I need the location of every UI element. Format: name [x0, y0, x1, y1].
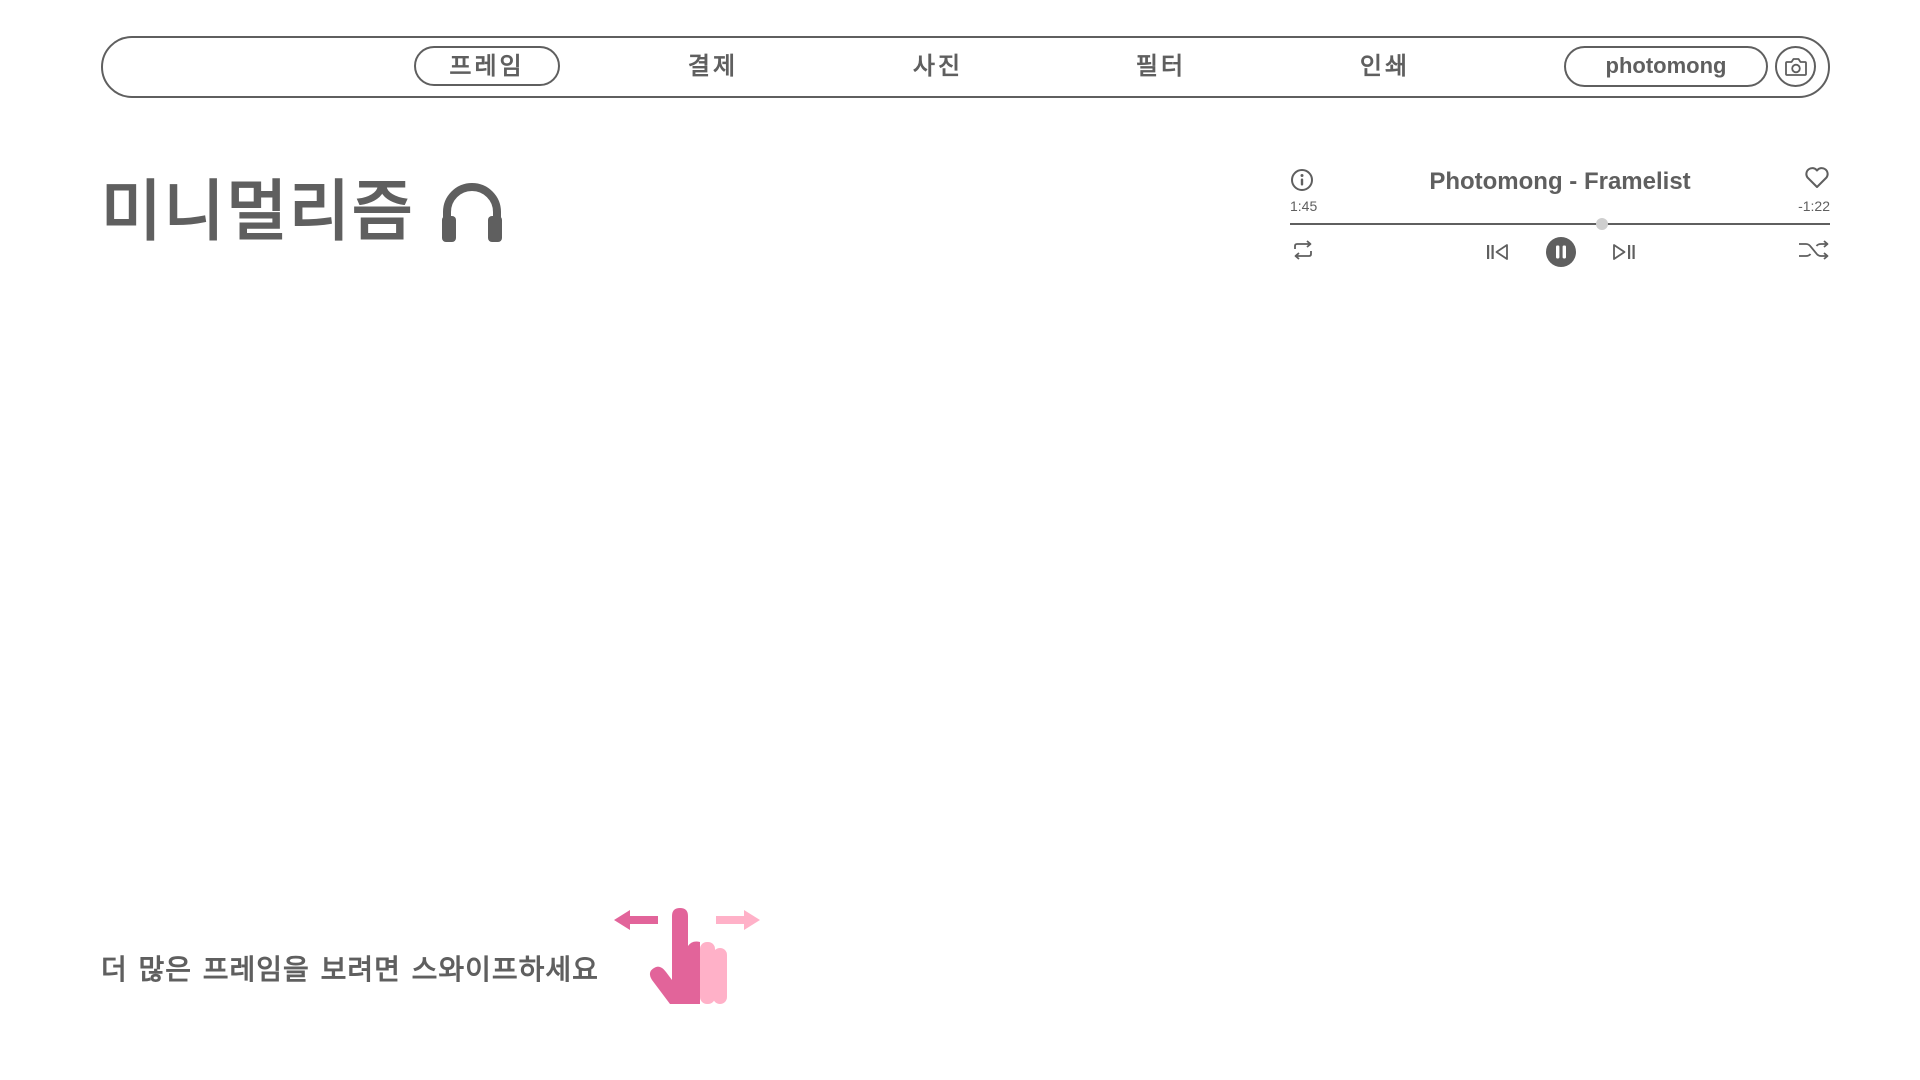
skip-next-icon — [1613, 244, 1635, 260]
progress-thumb[interactable] — [1595, 218, 1608, 230]
page-title: 미니멀리즘 — [101, 173, 415, 250]
shuffle-icon — [1799, 240, 1829, 260]
pause-button[interactable] — [1545, 236, 1577, 268]
top-nav: 프레임 결제 사진 필터 인쇄 photomong — [101, 36, 1830, 98]
headphones-icon — [441, 183, 502, 242]
brand-button[interactable]: photomong — [1564, 46, 1768, 87]
page-title-row: 미니멀리즘 — [101, 172, 503, 252]
camera-button[interactable] — [1775, 46, 1816, 87]
skip-previous-icon — [1487, 244, 1508, 260]
previous-button[interactable] — [1484, 240, 1512, 264]
swipe-gesture-icon — [614, 908, 760, 1004]
shuffle-button[interactable] — [1798, 238, 1830, 262]
repeat-button[interactable] — [1290, 238, 1316, 262]
tab-frame[interactable]: 프레임 — [414, 46, 560, 86]
heart-icon[interactable] — [1804, 166, 1830, 190]
pause-icon — [1546, 237, 1576, 267]
music-player: Photomong - Framelist 1:45 -1:22 — [1290, 164, 1830, 270]
progress-bar[interactable] — [1290, 218, 1830, 230]
tab-payment[interactable]: 결제 — [653, 46, 773, 86]
time-remaining: -1:22 — [1798, 198, 1830, 214]
next-button[interactable] — [1610, 240, 1638, 264]
tab-print[interactable]: 인쇄 — [1325, 46, 1445, 86]
tab-photo[interactable]: 사진 — [878, 46, 998, 86]
info-icon[interactable] — [1290, 168, 1314, 192]
page: 프레임 결제 사진 필터 인쇄 photomong 미니멀리즘 Photomon… — [0, 0, 1920, 1080]
camera-icon — [1784, 57, 1807, 76]
time-elapsed: 1:45 — [1290, 198, 1318, 214]
tab-filter[interactable]: 필터 — [1101, 46, 1221, 86]
repeat-icon — [1294, 240, 1312, 260]
swipe-hint-text: 더 많은 프레임을 보려면 스와이프하세요 — [101, 953, 599, 986]
track-title: Photomong - Framelist — [1429, 168, 1691, 195]
